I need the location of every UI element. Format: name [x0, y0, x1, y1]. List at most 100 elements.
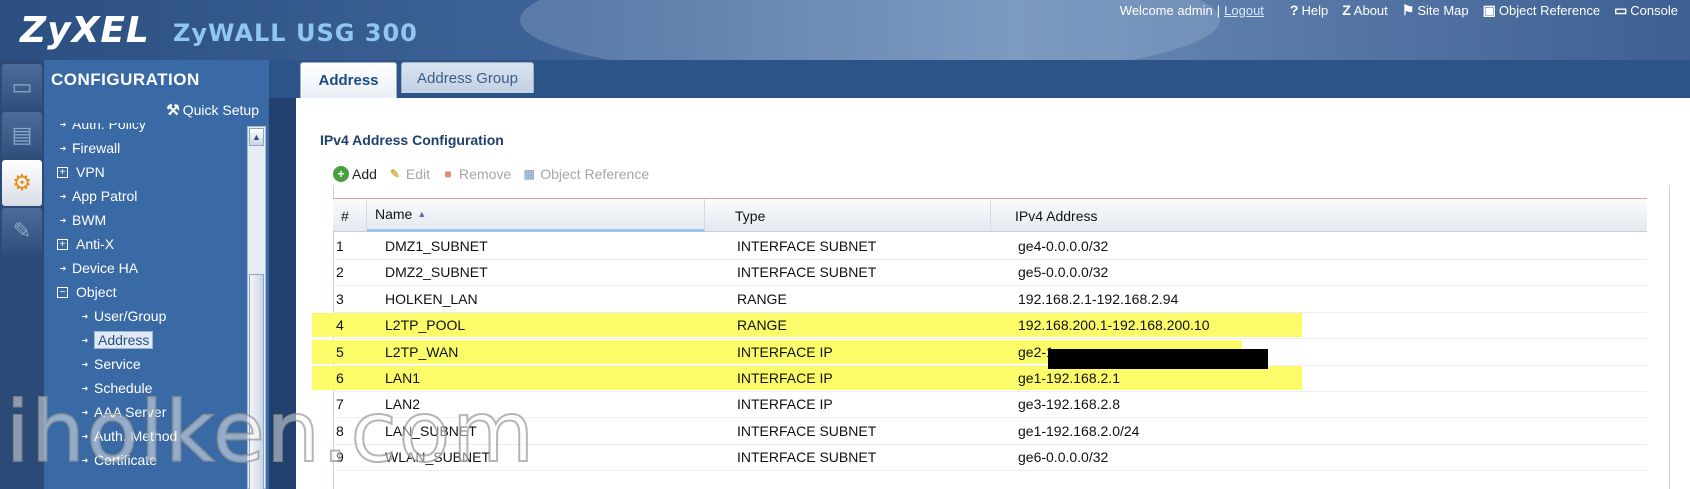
column-header-ipv4-address[interactable]: IPv4 Address — [1007, 199, 1647, 232]
object-reference-label: Object Reference — [1498, 2, 1601, 18]
sidebar-item-user-group[interactable]: ➜ User/Group — [76, 305, 167, 327]
tab-address-group[interactable]: Address Group — [401, 62, 534, 93]
dashboard-icon: ▭ — [11, 74, 33, 99]
sidebar-item-device-ha[interactable]: ➜ Device HA — [54, 257, 139, 279]
about-link[interactable]: Z About — [1342, 2, 1388, 18]
sidebar-item-schedule[interactable]: ➜ Schedule — [76, 377, 153, 399]
sidebar-item-label: Device HA — [72, 260, 139, 276]
section-title: IPv4 Address Configuration — [320, 132, 504, 148]
row-name: LAN_SUBNET — [385, 423, 477, 439]
scrollbar-thumb[interactable] — [249, 274, 264, 489]
table-row[interactable]: 2 DMZ2_SUBNET INTERFACE SUBNET ge5-0.0.0.0/… — [333, 258, 1647, 286]
collapse-icon[interactable]: − — [57, 286, 68, 298]
table-row[interactable]: 3 HOLKEN_LAN RANGE 192.168.2.1-192.168.2.94 — [333, 285, 1647, 313]
row-ipv4-address: ge5-0.0.0.0/32 — [1018, 264, 1109, 280]
row-type: RANGE — [737, 317, 787, 333]
object-reference-button[interactable]: ▦ Object Reference — [521, 166, 650, 182]
remove-button[interactable]: ■ Remove — [440, 166, 511, 182]
row-number: 1 — [336, 238, 344, 254]
sidebar-item-auth-policy[interactable]: ➜ Auth. Policy — [54, 123, 146, 135]
bullet-arrow-icon: ➜ — [81, 455, 89, 465]
top-navigation: Welcome admin | Logout ? Help Z About ⚑ … — [1120, 1, 1690, 19]
bullet-arrow-icon: ➜ — [59, 263, 67, 273]
site-map-link[interactable]: ⚑ Site Map — [1402, 2, 1469, 19]
sidebar-item-vpn[interactable]: + VPN — [54, 161, 105, 183]
add-button[interactable]: + Add — [333, 166, 377, 182]
table-row[interactable]: 4 L2TP_POOL RANGE 192.168.200.1-192.168.200… — [333, 311, 1647, 339]
tab-address[interactable]: Address — [300, 62, 397, 98]
logout-link[interactable]: Logout — [1224, 3, 1264, 18]
dashboard-panel-button[interactable]: ▭ — [2, 64, 42, 110]
table-row[interactable]: 1 DMZ1_SUBNET INTERFACE SUBNET ge4-0.0.0.0/… — [333, 232, 1647, 260]
row-ipv4-address: ge4-0.0.0.0/32 — [1018, 238, 1109, 254]
edit-label: Edit — [405, 166, 431, 182]
bullet-arrow-icon: ➜ — [59, 143, 67, 153]
sidebar-item-label: Certificate — [94, 452, 158, 468]
bullet-arrow-icon: ➜ — [81, 311, 89, 321]
table-row[interactable]: 6 LAN1 INTERFACE IP ge1-192.168.2.1 — [333, 364, 1647, 392]
quick-setup-label: Quick Setup — [182, 102, 259, 118]
configuration-panel-button[interactable]: ⚙ — [2, 160, 42, 206]
help-icon: ? — [1289, 2, 1299, 18]
row-type: INTERFACE SUBNET — [737, 449, 877, 465]
row-name: DMZ2_SUBNET — [385, 264, 488, 280]
maintenance-panel-button[interactable]: ✎ — [2, 208, 42, 254]
column-header-type-label: Type — [735, 207, 766, 224]
column-header-name-label: Name — [375, 206, 413, 222]
sidebar-item-aaa-server[interactable]: ➜ AAA Server — [76, 401, 167, 423]
sidebar-item-service[interactable]: ➜ Service — [76, 353, 141, 375]
sidebar-scrollbar[interactable]: ▲ — [247, 126, 266, 489]
object-reference-icon: ▦ — [523, 167, 535, 181]
object-reference-link[interactable]: ▣ Object Reference — [1483, 2, 1600, 19]
row-number: 3 — [336, 291, 344, 307]
welcome-text: Welcome admin — [1119, 2, 1213, 18]
table-row[interactable]: 8 LAN_SUBNET INTERFACE SUBNET ge1-192.168.2… — [333, 417, 1647, 445]
console-link[interactable]: ▭ Console — [1614, 2, 1678, 19]
sidebar-item-label: Firewall — [72, 140, 121, 156]
table-row[interactable]: 5 L2TP_WAN INTERFACE IP ge2-1 — [333, 338, 1647, 366]
sidebar-item-label: VPN — [76, 164, 105, 180]
column-header-name[interactable]: Name ▲ — [367, 199, 705, 232]
table-row[interactable]: 7 LAN2 INTERFACE IP ge3-192.168.2.8 — [333, 390, 1647, 418]
sidebar-item-label: Anti-X — [76, 236, 115, 252]
bullet-arrow-icon: ➜ — [81, 359, 89, 369]
sidebar-item-anti-x[interactable]: + Anti-X — [54, 233, 114, 255]
row-name: L2TP_WAN — [385, 344, 459, 360]
bullet-arrow-icon: ➜ — [81, 335, 89, 345]
sort-ascending-icon: ▲ — [417, 209, 427, 219]
row-ipv4-address: 192.168.2.1-192.168.2.94 — [1018, 291, 1179, 307]
console-icon: ▭ — [1614, 1, 1628, 18]
row-name: WLAN_SUBNET — [385, 449, 491, 465]
sidebar-item-app-patrol[interactable]: ➜ App Patrol — [54, 185, 138, 207]
sidebar-item-label: User/Group — [94, 308, 167, 324]
table-header: # Name ▲ Type IPv4 Address — [333, 198, 1647, 232]
help-link[interactable]: ? Help — [1290, 2, 1328, 18]
sidebar-item-certificate[interactable]: ➜ Certificate — [76, 449, 157, 471]
quick-setup-link[interactable]: ⚒ Quick Setup — [166, 101, 259, 119]
sidebar-item-firewall[interactable]: ➜ Firewall — [54, 137, 121, 159]
console-label: Console — [1630, 2, 1678, 18]
column-header-number[interactable]: # — [333, 199, 367, 232]
table-row[interactable]: 9 WLAN_SUBNET INTERFACE SUBNET ge6-0.0.0.0/… — [333, 443, 1647, 471]
row-ipv4-address: ge6-0.0.0.0/32 — [1018, 449, 1109, 465]
column-header-type[interactable]: Type — [727, 199, 991, 232]
row-type: RANGE — [737, 291, 787, 307]
sidebar-item-address[interactable]: ➜ Address — [76, 329, 154, 351]
sidebar-item-label: App Patrol — [72, 188, 138, 204]
row-name: HOLKEN_LAN — [385, 291, 478, 307]
expand-icon[interactable]: + — [57, 166, 68, 178]
sidebar-item-object[interactable]: − Object — [54, 281, 116, 303]
row-number: 4 — [336, 317, 344, 333]
row-number: 6 — [336, 370, 344, 386]
sidebar-item-label: Service — [94, 356, 141, 372]
sidebar-item-auth-method[interactable]: ➜ Auth. Method — [76, 425, 178, 447]
edit-icon: ✎ — [389, 167, 400, 181]
sidebar-item-bwm[interactable]: ➜ BWM — [54, 209, 107, 231]
edit-button[interactable]: ✎ Edit — [387, 166, 430, 182]
trash-icon: ■ — [444, 167, 452, 181]
column-header-ipv4-address-label: IPv4 Address — [1015, 207, 1098, 224]
scroll-up-icon[interactable]: ▲ — [249, 128, 264, 146]
monitor-panel-button[interactable]: ▤ — [2, 112, 42, 158]
expand-icon[interactable]: + — [57, 238, 68, 250]
row-name: LAN1 — [385, 370, 421, 386]
